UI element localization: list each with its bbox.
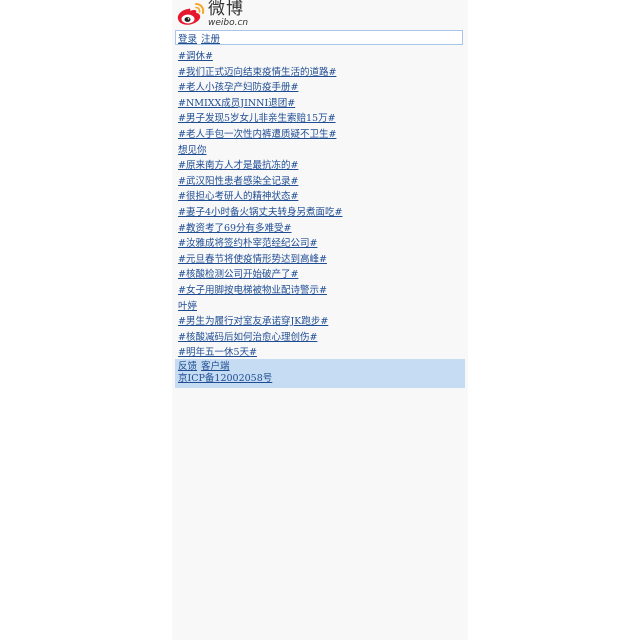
topic-link[interactable]: #女子用脚按电梯被物业配诗警示# bbox=[178, 285, 327, 296]
list-item: #核酸减码后如何治愈心理创伤# bbox=[178, 330, 466, 346]
topic-link[interactable]: #老人手包一次性内裤遭质疑不卫生# bbox=[178, 129, 336, 140]
list-item: #很担心考研人的精神状态# bbox=[178, 189, 466, 205]
topic-link[interactable]: #老人小孩孕产妇防疫手册# bbox=[178, 82, 298, 93]
weibo-logo[interactable]: 微博 weibo.cn bbox=[176, 0, 252, 28]
topic-link[interactable]: #很担心考研人的精神状态# bbox=[178, 191, 298, 202]
list-item: #老人小孩孕产妇防疫手册# bbox=[178, 80, 466, 96]
topic-link[interactable]: #调休# bbox=[178, 51, 213, 62]
logo-name-en: weibo.cn bbox=[208, 17, 249, 28]
topic-link[interactable]: 想见你 bbox=[178, 145, 207, 156]
auth-bar: 登录 注册 bbox=[175, 30, 463, 45]
topic-link[interactable]: #原来南方人才是最抗冻的# bbox=[178, 160, 298, 171]
topic-link[interactable]: 叶婷 bbox=[178, 301, 197, 312]
topic-link[interactable]: #NMIXX成员JINNI退团# bbox=[178, 98, 295, 109]
list-item: #教资考了69分有多难受# bbox=[178, 221, 466, 237]
list-item: #男生为履行对室友承诺穿JK跑步# bbox=[178, 314, 466, 330]
topic-link[interactable]: #核酸检测公司开始破产了# bbox=[178, 269, 298, 280]
page-container: 微博 weibo.cn 登录 注册 #调休# #我们正式迈向结束疫情生活的道路#… bbox=[172, 0, 468, 640]
topic-link[interactable]: #汝雅成将签约朴宰范经纪公司# bbox=[178, 238, 317, 249]
topic-link[interactable]: #武汉阳性患者感染全记录# bbox=[178, 176, 298, 187]
list-item: #女子用脚按电梯被物业配诗警示# bbox=[178, 283, 466, 299]
weibo-eye-icon bbox=[176, 1, 206, 27]
list-item: #核酸检测公司开始破产了# bbox=[178, 267, 466, 283]
footer-links: 反馈 客户端 bbox=[178, 361, 465, 373]
login-link[interactable]: 登录 bbox=[178, 31, 197, 45]
list-item: #妻子4小时备火锅丈夫转身另煮面吃# bbox=[178, 205, 466, 221]
topic-link[interactable]: #元旦春节将使疫情形势达到高峰# bbox=[178, 254, 327, 265]
list-item: #老人手包一次性内裤遭质疑不卫生# bbox=[178, 127, 466, 143]
list-item: #我们正式迈向结束疫情生活的道路# bbox=[178, 65, 466, 81]
topic-link[interactable]: #教资考了69分有多难受# bbox=[178, 223, 292, 234]
register-link[interactable]: 注册 bbox=[201, 31, 220, 45]
topic-link[interactable]: #核酸减码后如何治愈心理创伤# bbox=[178, 332, 317, 343]
icp-link[interactable]: 京ICP备12002058号 bbox=[178, 373, 272, 385]
list-item: #武汉阳性患者感染全记录# bbox=[178, 174, 466, 190]
list-item: #汝雅成将签约朴宰范经纪公司# bbox=[178, 236, 466, 252]
logo-wordmark: 微博 weibo.cn bbox=[208, 0, 249, 28]
logo-name-cn: 微博 bbox=[208, 0, 244, 19]
footer-icp-row: 京ICP备12002058号 bbox=[178, 373, 465, 385]
list-item: #NMIXX成员JINNI退团# bbox=[178, 96, 466, 112]
footer: 反馈 客户端 京ICP备12002058号 bbox=[175, 359, 465, 388]
topic-link[interactable]: #我们正式迈向结束疫情生活的道路# bbox=[178, 67, 336, 78]
client-link[interactable]: 客户端 bbox=[201, 361, 230, 373]
topic-link[interactable]: #明年五一休5天# bbox=[178, 347, 257, 358]
topic-link[interactable]: #男子发现5岁女儿非亲生索赔15万# bbox=[178, 113, 336, 124]
list-item: 叶婷 bbox=[178, 299, 466, 315]
topic-link[interactable]: #妻子4小时备火锅丈夫转身另煮面吃# bbox=[178, 207, 342, 218]
hot-topic-list: #调休# #我们正式迈向结束疫情生活的道路# #老人小孩孕产妇防疫手册# #NM… bbox=[178, 49, 466, 361]
list-item: #元旦春节将使疫情形势达到高峰# bbox=[178, 252, 466, 268]
list-item: 想见你 bbox=[178, 143, 466, 159]
list-item: #原来南方人才是最抗冻的# bbox=[178, 158, 466, 174]
list-item: #调休# bbox=[178, 49, 466, 65]
feedback-link[interactable]: 反馈 bbox=[178, 361, 197, 373]
topic-link[interactable]: #男生为履行对室友承诺穿JK跑步# bbox=[178, 316, 328, 327]
list-item: #男子发现5岁女儿非亲生索赔15万# bbox=[178, 111, 466, 127]
